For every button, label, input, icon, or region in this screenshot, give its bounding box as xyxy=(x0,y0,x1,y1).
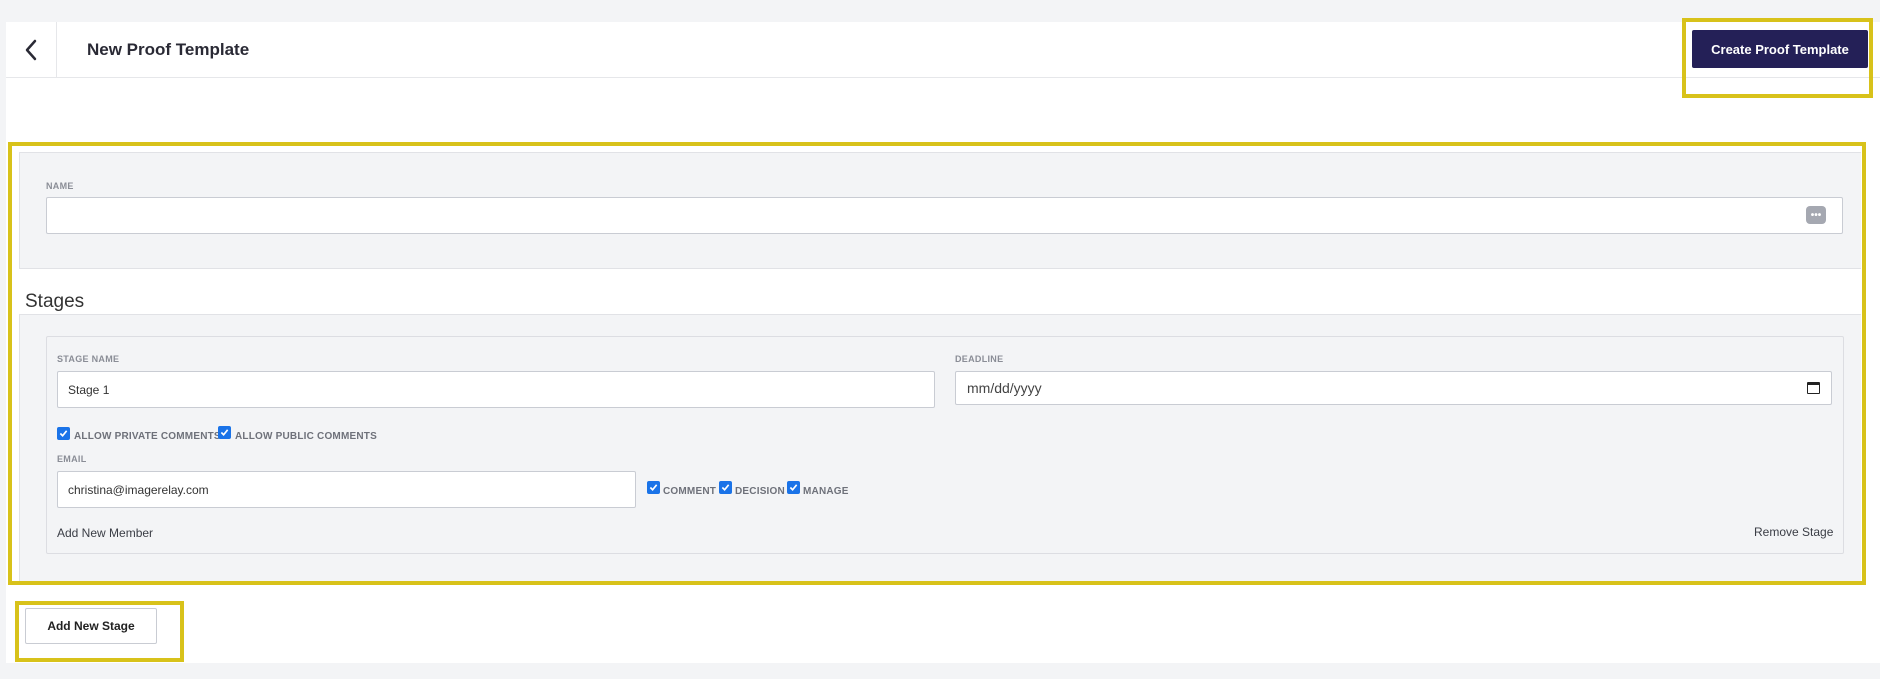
stage-card xyxy=(46,336,1844,554)
decision-permission-label: DECISION xyxy=(735,486,785,497)
allow-private-comments-label: ALLOW PRIVATE COMMENTS xyxy=(74,431,221,442)
checkmark-icon xyxy=(789,484,798,491)
email-label: EMAIL xyxy=(57,454,87,464)
comment-permission-label: COMMENT xyxy=(663,486,717,497)
add-new-stage-button[interactable]: Add New Stage xyxy=(25,608,157,644)
deadline-label: DEADLINE xyxy=(955,354,1004,364)
deadline-input[interactable]: mm/dd/yyyy xyxy=(955,371,1832,405)
manage-permission-checkbox[interactable] xyxy=(787,481,800,494)
allow-public-comments-label: ALLOW PUBLIC COMMENTS xyxy=(235,431,377,442)
decision-permission-checkbox[interactable] xyxy=(719,481,732,494)
stages-title: Stages xyxy=(25,291,85,312)
add-new-member-link[interactable]: Add New Member xyxy=(57,526,153,540)
stage-name-label: STAGE NAME xyxy=(57,354,120,364)
name-label: NAME xyxy=(46,181,74,191)
chevron-left-icon xyxy=(25,39,37,61)
name-input[interactable] xyxy=(46,197,1843,234)
page-title: New Proof Template xyxy=(87,40,250,59)
stage-name-input[interactable] xyxy=(57,371,935,408)
deadline-placeholder: mm/dd/yyyy xyxy=(967,380,1042,396)
back-button[interactable] xyxy=(6,22,57,78)
calendar-icon[interactable] xyxy=(1807,382,1820,394)
page-header: New Proof Template Create Proof Template xyxy=(6,22,1880,78)
manage-permission-label: MANAGE xyxy=(803,486,849,497)
dots-icon[interactable]: ••• xyxy=(1806,206,1826,224)
allow-private-comments-checkbox[interactable] xyxy=(57,427,70,440)
comment-permission-checkbox[interactable] xyxy=(647,481,660,494)
create-proof-template-button[interactable]: Create Proof Template xyxy=(1692,30,1868,68)
remove-stage-link[interactable]: Remove Stage xyxy=(1754,525,1833,539)
checkmark-icon xyxy=(220,429,229,436)
allow-public-comments-checkbox[interactable] xyxy=(218,426,231,439)
checkmark-icon xyxy=(59,430,68,437)
email-input[interactable] xyxy=(57,471,636,508)
checkmark-icon xyxy=(649,484,658,491)
checkmark-icon xyxy=(721,484,730,491)
